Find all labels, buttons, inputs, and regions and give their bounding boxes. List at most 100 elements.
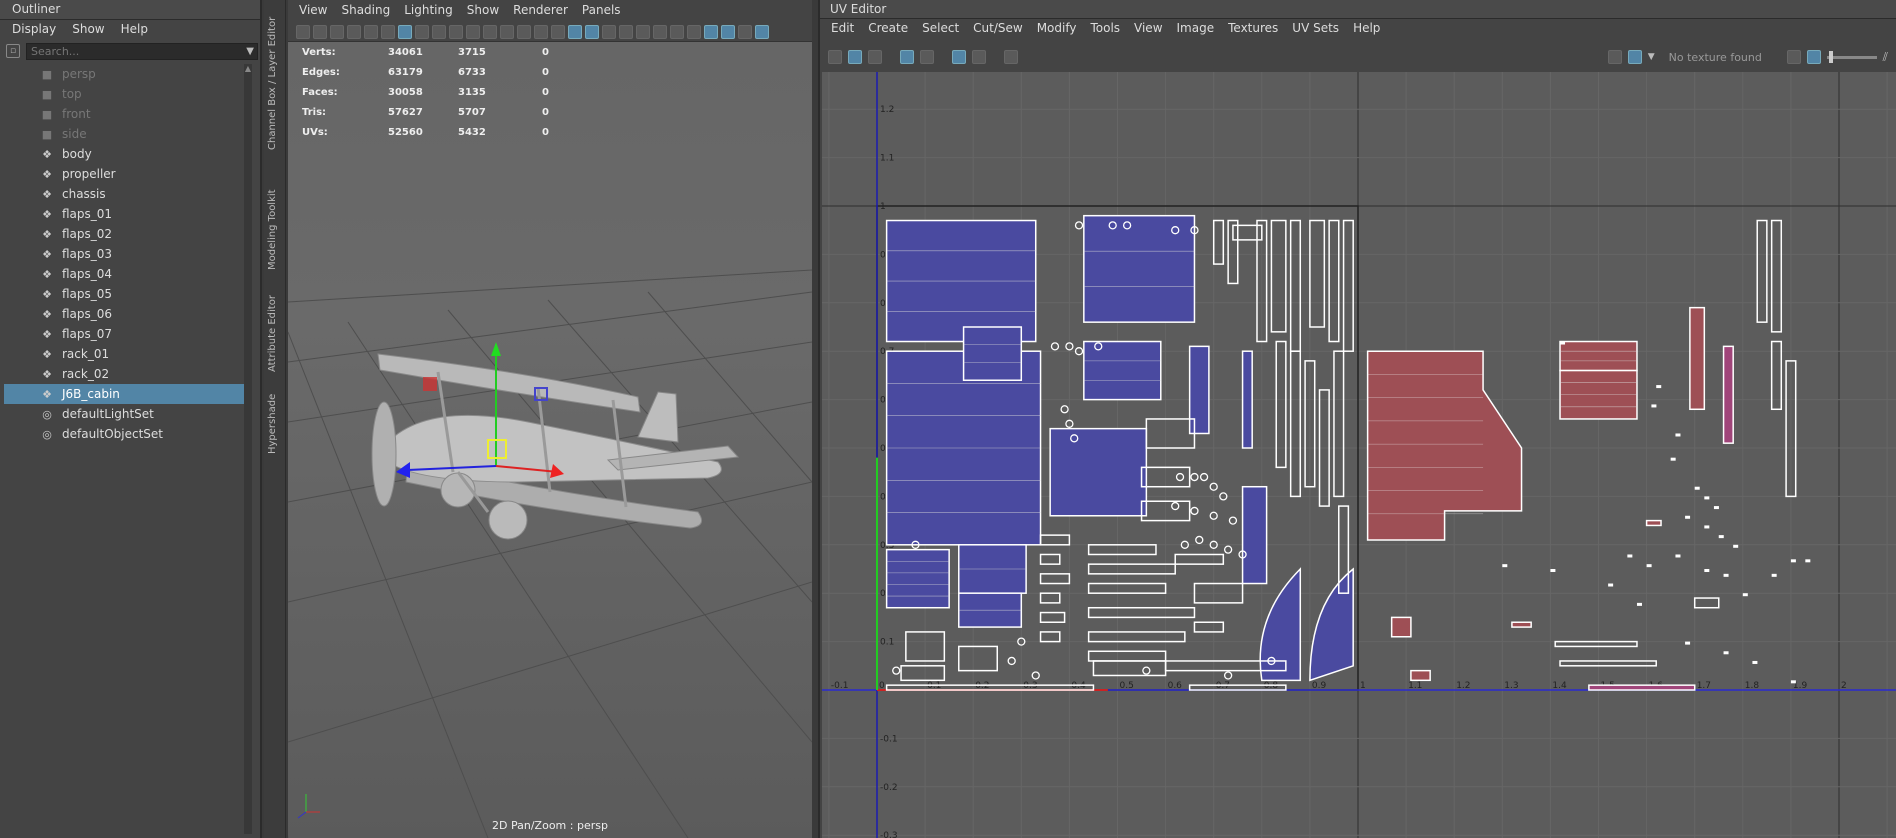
uv-shell[interactable] bbox=[1646, 564, 1652, 568]
checker-icon[interactable] bbox=[1627, 50, 1642, 64]
uv-shell[interactable] bbox=[1704, 525, 1710, 529]
uv-shell[interactable] bbox=[1289, 219, 1302, 352]
tab-modeling-toolkit[interactable]: Modeling Toolkit bbox=[267, 170, 278, 270]
viewport-scene[interactable]: Verts: 34061 3715 0 Edges: 63179 6733 0 Faces: 30… bbox=[288, 42, 812, 838]
outliner-item[interactable]: ■ persp bbox=[4, 64, 248, 84]
uv-shell[interactable] bbox=[1060, 405, 1069, 414]
uv-shell[interactable] bbox=[1694, 486, 1700, 490]
viewport-menu-view[interactable]: View bbox=[294, 3, 332, 19]
chevron-down-icon[interactable]: ▼ bbox=[1648, 52, 1655, 62]
outliner-item[interactable]: ❖ flaps_04 bbox=[4, 264, 248, 284]
uv-shell[interactable] bbox=[1656, 385, 1662, 389]
uv-shell[interactable] bbox=[1223, 671, 1233, 680]
outliner-menu-display[interactable]: Display bbox=[4, 20, 64, 40]
uv-shell[interactable] bbox=[1228, 516, 1238, 525]
viewport-menu-show[interactable]: Show bbox=[462, 3, 504, 19]
outliner-scrollbar[interactable]: ▲ bbox=[244, 64, 252, 834]
uv-shell[interactable] bbox=[1039, 573, 1071, 585]
uv-shell-selected[interactable] bbox=[962, 326, 1023, 381]
uv-menu-tools[interactable]: Tools bbox=[1083, 20, 1127, 38]
outliner-item[interactable]: ❖ rack_01 bbox=[4, 344, 248, 364]
uv-shell[interactable] bbox=[1670, 457, 1676, 461]
uv-shell-other[interactable] bbox=[1410, 669, 1431, 682]
uv-canvas[interactable]: -0.1 0 0.1 0.2 0.3 0.4 0.5 0.6 0.7 0.8 0.9 1 1.1 1.2 1… bbox=[822, 72, 1896, 838]
viewport-tool-icon[interactable] bbox=[398, 24, 412, 39]
uv-shell[interactable] bbox=[1733, 544, 1739, 548]
uv-shell-selected[interactable] bbox=[1049, 427, 1148, 517]
viewport-tool-icon[interactable] bbox=[585, 24, 599, 39]
uv-shell[interactable] bbox=[1627, 554, 1633, 558]
uv-shell-selected[interactable] bbox=[1241, 485, 1268, 585]
uv-shell[interactable] bbox=[1039, 611, 1066, 623]
uv-menu-uv-sets[interactable]: UV Sets bbox=[1285, 20, 1346, 38]
uv-shell[interactable] bbox=[1636, 602, 1642, 606]
uv-shell[interactable] bbox=[1050, 342, 1060, 351]
uv-shell-other[interactable] bbox=[1559, 340, 1638, 372]
uv-shell[interactable] bbox=[1675, 554, 1681, 558]
uv-shell[interactable] bbox=[1675, 433, 1681, 437]
outliner-item[interactable]: ❖ flaps_02 bbox=[4, 224, 248, 244]
outliner-item[interactable]: ❖ flaps_05 bbox=[4, 284, 248, 304]
uv-shell[interactable] bbox=[1174, 553, 1225, 565]
uv-shell[interactable] bbox=[1309, 219, 1326, 328]
outliner-item[interactable]: ■ side bbox=[4, 124, 248, 144]
uv-shell[interactable] bbox=[1704, 569, 1710, 572]
uv-shell[interactable] bbox=[1175, 472, 1185, 482]
viewport-menu-renderer[interactable]: Renderer bbox=[508, 3, 573, 19]
uv-shell[interactable] bbox=[1713, 506, 1719, 510]
uv-shell[interactable] bbox=[1212, 219, 1225, 265]
uv-menu-edit[interactable]: Edit bbox=[824, 20, 861, 38]
uv-shell[interactable] bbox=[1031, 671, 1040, 680]
viewport-tool-icon[interactable] bbox=[330, 24, 344, 39]
viewport-tool-icon[interactable] bbox=[466, 24, 480, 39]
viewport-tool-icon[interactable] bbox=[551, 24, 565, 39]
uv-shell[interactable] bbox=[892, 666, 901, 675]
viewport-tool-icon[interactable] bbox=[602, 24, 616, 39]
outliner-item[interactable]: ◎ defaultLightSet bbox=[4, 404, 248, 424]
uv-shell[interactable] bbox=[1195, 535, 1204, 545]
exposure-icon[interactable] bbox=[1786, 50, 1801, 64]
uv-shell[interactable] bbox=[1087, 582, 1167, 594]
viewport-tool-icon[interactable] bbox=[313, 24, 327, 39]
uv-shell[interactable] bbox=[1693, 597, 1720, 609]
tab-channel-box[interactable]: Channel Box / Layer Editor bbox=[267, 10, 278, 150]
exposure-slider[interactable] bbox=[1826, 50, 1877, 63]
uv-shell[interactable] bbox=[1199, 472, 1209, 482]
uv-shell-other[interactable] bbox=[1366, 350, 1523, 541]
uv-menu-select[interactable]: Select bbox=[915, 20, 966, 38]
uv-tool-3-icon[interactable] bbox=[868, 50, 882, 64]
uv-shell[interactable] bbox=[1171, 501, 1180, 511]
uv-shell[interactable] bbox=[1190, 472, 1199, 482]
uv-shell[interactable] bbox=[1608, 583, 1614, 587]
outliner-item[interactable]: ❖ flaps_01 bbox=[4, 204, 248, 224]
tab-hypershade[interactable]: Hypershade bbox=[267, 384, 278, 454]
uv-shell-selected[interactable] bbox=[1259, 567, 1302, 682]
uv-shell-other[interactable] bbox=[1689, 306, 1706, 411]
uv-shell[interactable] bbox=[1193, 621, 1225, 633]
uv-shell[interactable] bbox=[1087, 606, 1196, 619]
uv-tool-4-icon[interactable] bbox=[900, 50, 914, 64]
uv-tool-2-icon[interactable] bbox=[848, 50, 862, 64]
uv-shell[interactable] bbox=[1771, 573, 1777, 577]
outliner-item[interactable]: ❖ body bbox=[4, 144, 248, 164]
uv-tool-5-icon[interactable] bbox=[920, 50, 934, 64]
viewport-tool-icon[interactable] bbox=[721, 24, 735, 39]
outliner-item[interactable]: ❖ flaps_03 bbox=[4, 244, 248, 264]
viewport-tool-icon[interactable] bbox=[619, 24, 633, 39]
viewport-menu-lighting[interactable]: Lighting bbox=[399, 3, 458, 19]
tab-attribute-editor[interactable]: Attribute Editor bbox=[267, 282, 278, 372]
outliner-item[interactable]: ❖ flaps_06 bbox=[4, 304, 248, 324]
viewport-tool-icon[interactable] bbox=[381, 24, 395, 39]
uv-shell[interactable] bbox=[1790, 559, 1796, 563]
outliner-item[interactable]: ■ top bbox=[4, 84, 248, 104]
uv-shell[interactable] bbox=[1223, 545, 1233, 554]
uv-shell[interactable] bbox=[1190, 506, 1199, 516]
viewport-tool-icon[interactable] bbox=[364, 24, 378, 39]
uv-shell-other[interactable] bbox=[1588, 684, 1696, 691]
uv-shell-other[interactable] bbox=[1722, 345, 1734, 444]
uv-shell-selected[interactable] bbox=[1083, 340, 1162, 401]
uv-menu-textures[interactable]: Textures bbox=[1221, 20, 1285, 38]
uv-shell[interactable] bbox=[1092, 660, 1167, 677]
viewport-tool-icon[interactable] bbox=[670, 24, 684, 39]
outliner-menu-show[interactable]: Show bbox=[64, 20, 112, 40]
